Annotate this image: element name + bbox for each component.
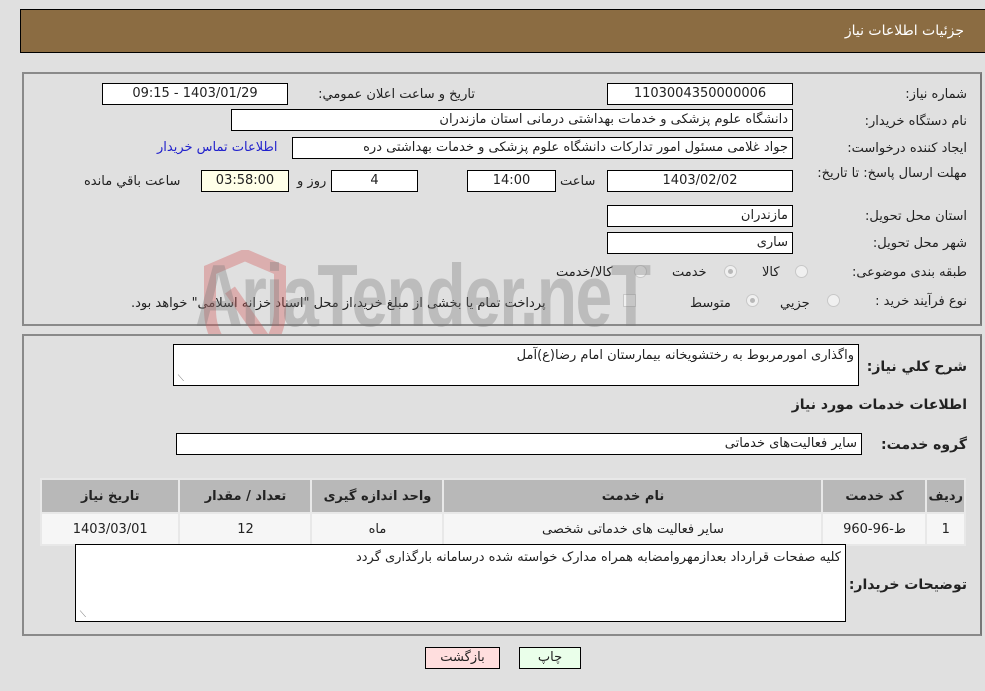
resize-handle-icon[interactable]: ⟋ [78, 611, 86, 620]
purchase-option-minor: جزیي [780, 296, 810, 311]
service-group-field: سایر فعالیت‌های خدماتی [176, 433, 862, 455]
treasury-checkbox[interactable] [623, 294, 636, 307]
purchase-option-medium: متوسط [690, 296, 731, 311]
buyer-notes-text: کلیه صفحات قرارداد بعدازمهروامضابه همراه… [355, 550, 841, 565]
province-field: مازندران [607, 205, 793, 227]
col-service-code: کد خدمت [821, 478, 928, 514]
page-header: جزئیات اطلاعات نیاز [20, 9, 985, 53]
category-radio-goods-service[interactable] [634, 265, 647, 278]
province-label: استان محل تحویل: [865, 209, 967, 224]
service-group-label: گروه خدمت: [881, 437, 967, 453]
col-unit: واحد اندازه گیری [310, 478, 445, 514]
col-service-name: نام خدمت [442, 478, 824, 514]
description-label: شرح کلي نیاز: [866, 359, 967, 375]
announce-datetime-field: 1403/01/29 - 09:15 [102, 83, 288, 105]
purchase-type-label: نوع فرآیند خرید : [875, 294, 967, 309]
remaining-time-field: 03:58:00 [201, 170, 289, 192]
remaining-days-field: 4 [331, 170, 418, 192]
treasury-note: پرداخت تمام یا بخشی از مبلغ خرید،از محل … [131, 296, 546, 311]
buyer-org-field: دانشگاه علوم پزشکی و خدمات بهداشتی درمان… [231, 109, 793, 131]
remaining-time-label: ساعت باقي مانده [84, 174, 181, 189]
category-radio-service[interactable] [724, 265, 737, 278]
deadline-date-field: 1403/02/02 [607, 170, 793, 192]
resize-handle-icon[interactable]: ⟋ [176, 375, 184, 384]
purchase-radio-minor[interactable] [827, 294, 840, 307]
city-label: شهر محل تحویل: [872, 236, 967, 251]
cell-service-name: سایر فعالیت های خدماتی شخصی [442, 512, 824, 546]
requester-field: جواد غلامی مسئول امور تدارکات دانشگاه عل… [292, 137, 793, 159]
description-textarea[interactable]: واگذاری امورمربوط به رختشویخانه بیمارستا… [173, 344, 859, 386]
col-row-number: ردیف [925, 478, 966, 514]
category-radio-goods[interactable] [795, 265, 808, 278]
cell-quantity: 12 [178, 512, 313, 546]
category-option-service: خدمت [672, 265, 707, 280]
deadline-time-label: ساعت [560, 174, 596, 189]
description-text: واگذاری امورمربوط به رختشویخانه بیمارستا… [516, 348, 854, 363]
col-need-date: تاریخ نیاز [39, 478, 181, 514]
cell-service-code: ط-96-960 [821, 512, 928, 546]
cell-unit: ماه [310, 512, 445, 546]
services-table: ردیف کد خدمت نام خدمت واحد اندازه گیری ت… [39, 478, 966, 546]
category-label: طبقه بندی موضوعی: [851, 265, 967, 280]
buyer-notes-label: توضیحات خریدار: [848, 577, 967, 593]
page-title: جزئیات اطلاعات نیاز [844, 23, 964, 39]
col-quantity: تعداد / مقدار [178, 478, 313, 514]
buyer-org-label: نام دستگاه خریدار: [864, 114, 967, 129]
cell-need-date: 1403/03/01 [39, 512, 181, 546]
category-option-goods: کالا [762, 265, 780, 280]
buyer-notes-textarea[interactable]: کلیه صفحات قرارداد بعدازمهروامضابه همراه… [75, 544, 846, 622]
city-field: ساری [607, 232, 793, 254]
requester-label: ایجاد کننده درخواست: [847, 141, 967, 156]
deadline-label: مهلت ارسال پاسخ: تا تاریخ: [817, 166, 967, 181]
back-button[interactable]: بازگشت [425, 647, 500, 669]
buyer-contact-link[interactable]: اطلاعات تماس خریدار [157, 140, 277, 155]
need-number-label: شماره نیاز: [905, 87, 967, 102]
deadline-time-field: 14:00 [467, 170, 556, 192]
need-number-field: 1103004350000006 [607, 83, 793, 105]
days-label: روز و [297, 174, 327, 189]
cell-row-number: 1 [925, 512, 966, 546]
table-header-row: ردیف کد خدمت نام خدمت واحد اندازه گیری ت… [39, 478, 966, 514]
print-button[interactable]: چاپ [519, 647, 581, 669]
category-option-goods-service: کالا/خدمت [556, 265, 613, 280]
table-row: 1 ط-96-960 سایر فعالیت های خدماتی شخصی م… [39, 512, 966, 546]
announce-datetime-label: تاریخ و ساعت اعلان عمومي: [318, 87, 475, 102]
services-heading: اطلاعات خدمات مورد نیاز [791, 397, 967, 413]
purchase-radio-medium[interactable] [746, 294, 759, 307]
